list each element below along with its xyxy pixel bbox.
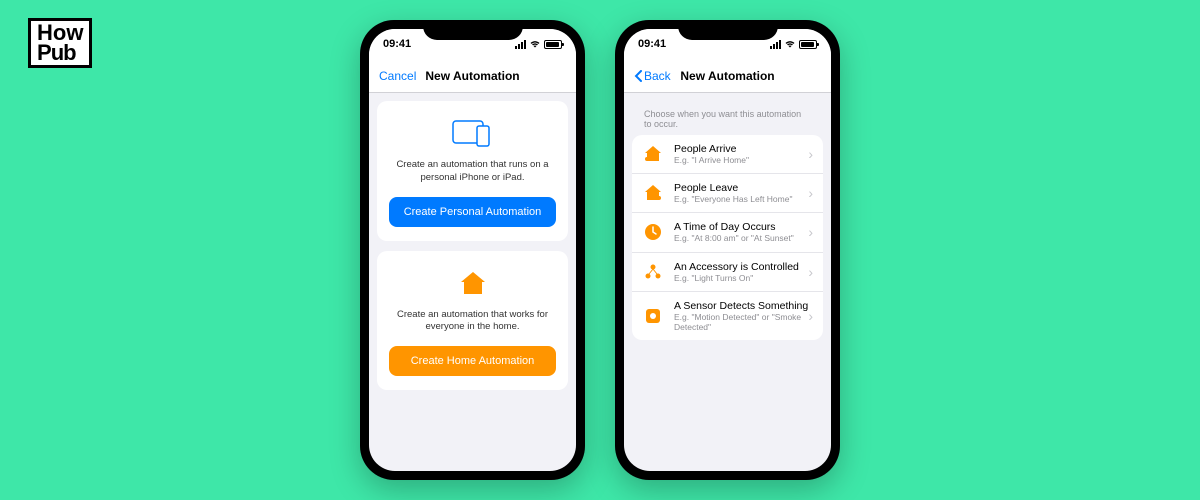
row-title: An Accessory is Controlled <box>674 261 808 273</box>
cellular-icon <box>770 40 781 49</box>
cancel-button[interactable]: Cancel <box>379 69 416 83</box>
trigger-people-arrive[interactable]: People Arrive E.g. "I Arrive Home" › <box>632 135 823 174</box>
back-button[interactable]: Back <box>634 69 671 83</box>
chevron-right-icon: › <box>808 185 813 201</box>
phone-notch <box>678 20 778 40</box>
chevron-right-icon: › <box>808 264 813 280</box>
row-title: A Sensor Detects Something <box>674 300 808 312</box>
content-area: Create an automation that runs on a pers… <box>369 93 576 471</box>
back-label: Back <box>644 69 671 83</box>
phone-notch <box>423 20 523 40</box>
row-title: People Arrive <box>674 143 808 155</box>
battery-icon <box>799 40 817 49</box>
accessory-icon <box>642 261 664 283</box>
trigger-people-leave[interactable]: People Leave E.g. "Everyone Has Left Hom… <box>632 174 823 213</box>
row-title: A Time of Day Occurs <box>674 221 808 233</box>
row-subtitle: E.g. "Light Turns On" <box>674 273 808 283</box>
nav-title: New Automation <box>680 69 774 83</box>
navigation-bar: Back New Automation <box>624 59 831 93</box>
row-subtitle: E.g. "At 8:00 am" or "At Sunset" <box>674 233 808 243</box>
house-leave-icon <box>642 182 664 204</box>
battery-icon <box>544 40 562 49</box>
cellular-icon <box>515 40 526 49</box>
trigger-sensor-detects[interactable]: A Sensor Detects Something E.g. "Motion … <box>632 292 823 340</box>
logo-line-2: Pub <box>37 43 83 63</box>
home-automation-desc: Create an automation that works for ever… <box>389 309 556 335</box>
trigger-accessory-controlled[interactable]: An Accessory is Controlled E.g. "Light T… <box>632 253 823 292</box>
section-header: Choose when you want this automation to … <box>632 101 823 135</box>
status-indicators <box>770 40 817 49</box>
clock-icon <box>642 221 664 243</box>
row-text: A Sensor Detects Something E.g. "Motion … <box>674 300 808 332</box>
row-subtitle: E.g. "Everyone Has Left Home" <box>674 194 808 204</box>
content-area: Choose when you want this automation to … <box>624 93 831 471</box>
row-subtitle: E.g. "I Arrive Home" <box>674 155 808 165</box>
sensor-icon <box>642 305 664 327</box>
phone-screen: 09:41 Cancel New Automation Create an au… <box>369 29 576 471</box>
row-text: People Leave E.g. "Everyone Has Left Hom… <box>674 182 808 204</box>
chevron-right-icon: › <box>808 146 813 162</box>
triggers-list: People Arrive E.g. "I Arrive Home" › Peo… <box>632 135 823 340</box>
row-subtitle: E.g. "Motion Detected" or "Smoke Detecte… <box>674 312 808 332</box>
personal-automation-card: Create an automation that runs on a pers… <box>377 101 568 241</box>
wifi-icon <box>529 40 541 49</box>
chevron-right-icon: › <box>808 308 813 324</box>
house-arrive-icon <box>642 143 664 165</box>
wifi-icon <box>784 40 796 49</box>
status-time: 09:41 <box>638 38 666 50</box>
phone-mockup-left: 09:41 Cancel New Automation Create an au… <box>360 20 585 480</box>
nav-title: New Automation <box>425 69 519 83</box>
status-indicators <box>515 40 562 49</box>
phone-screen: 09:41 Back New Automation Choose when yo… <box>624 29 831 471</box>
row-text: A Time of Day Occurs E.g. "At 8:00 am" o… <box>674 221 808 243</box>
trigger-time-of-day[interactable]: A Time of Day Occurs E.g. "At 8:00 am" o… <box>632 213 823 252</box>
row-text: People Arrive E.g. "I Arrive Home" <box>674 143 808 165</box>
create-personal-automation-button[interactable]: Create Personal Automation <box>389 197 556 227</box>
personal-automation-desc: Create an automation that runs on a pers… <box>389 159 556 185</box>
status-time: 09:41 <box>383 38 411 50</box>
navigation-bar: Cancel New Automation <box>369 59 576 93</box>
howpub-logo: How Pub <box>28 18 92 68</box>
devices-icon <box>389 115 556 151</box>
home-automation-card: Create an automation that works for ever… <box>377 251 568 391</box>
phone-mockup-right: 09:41 Back New Automation Choose when yo… <box>615 20 840 480</box>
chevron-right-icon: › <box>808 224 813 240</box>
row-text: An Accessory is Controlled E.g. "Light T… <box>674 261 808 283</box>
chevron-left-icon <box>634 70 642 82</box>
home-icon <box>389 265 556 301</box>
create-home-automation-button[interactable]: Create Home Automation <box>389 346 556 376</box>
row-title: People Leave <box>674 182 808 194</box>
